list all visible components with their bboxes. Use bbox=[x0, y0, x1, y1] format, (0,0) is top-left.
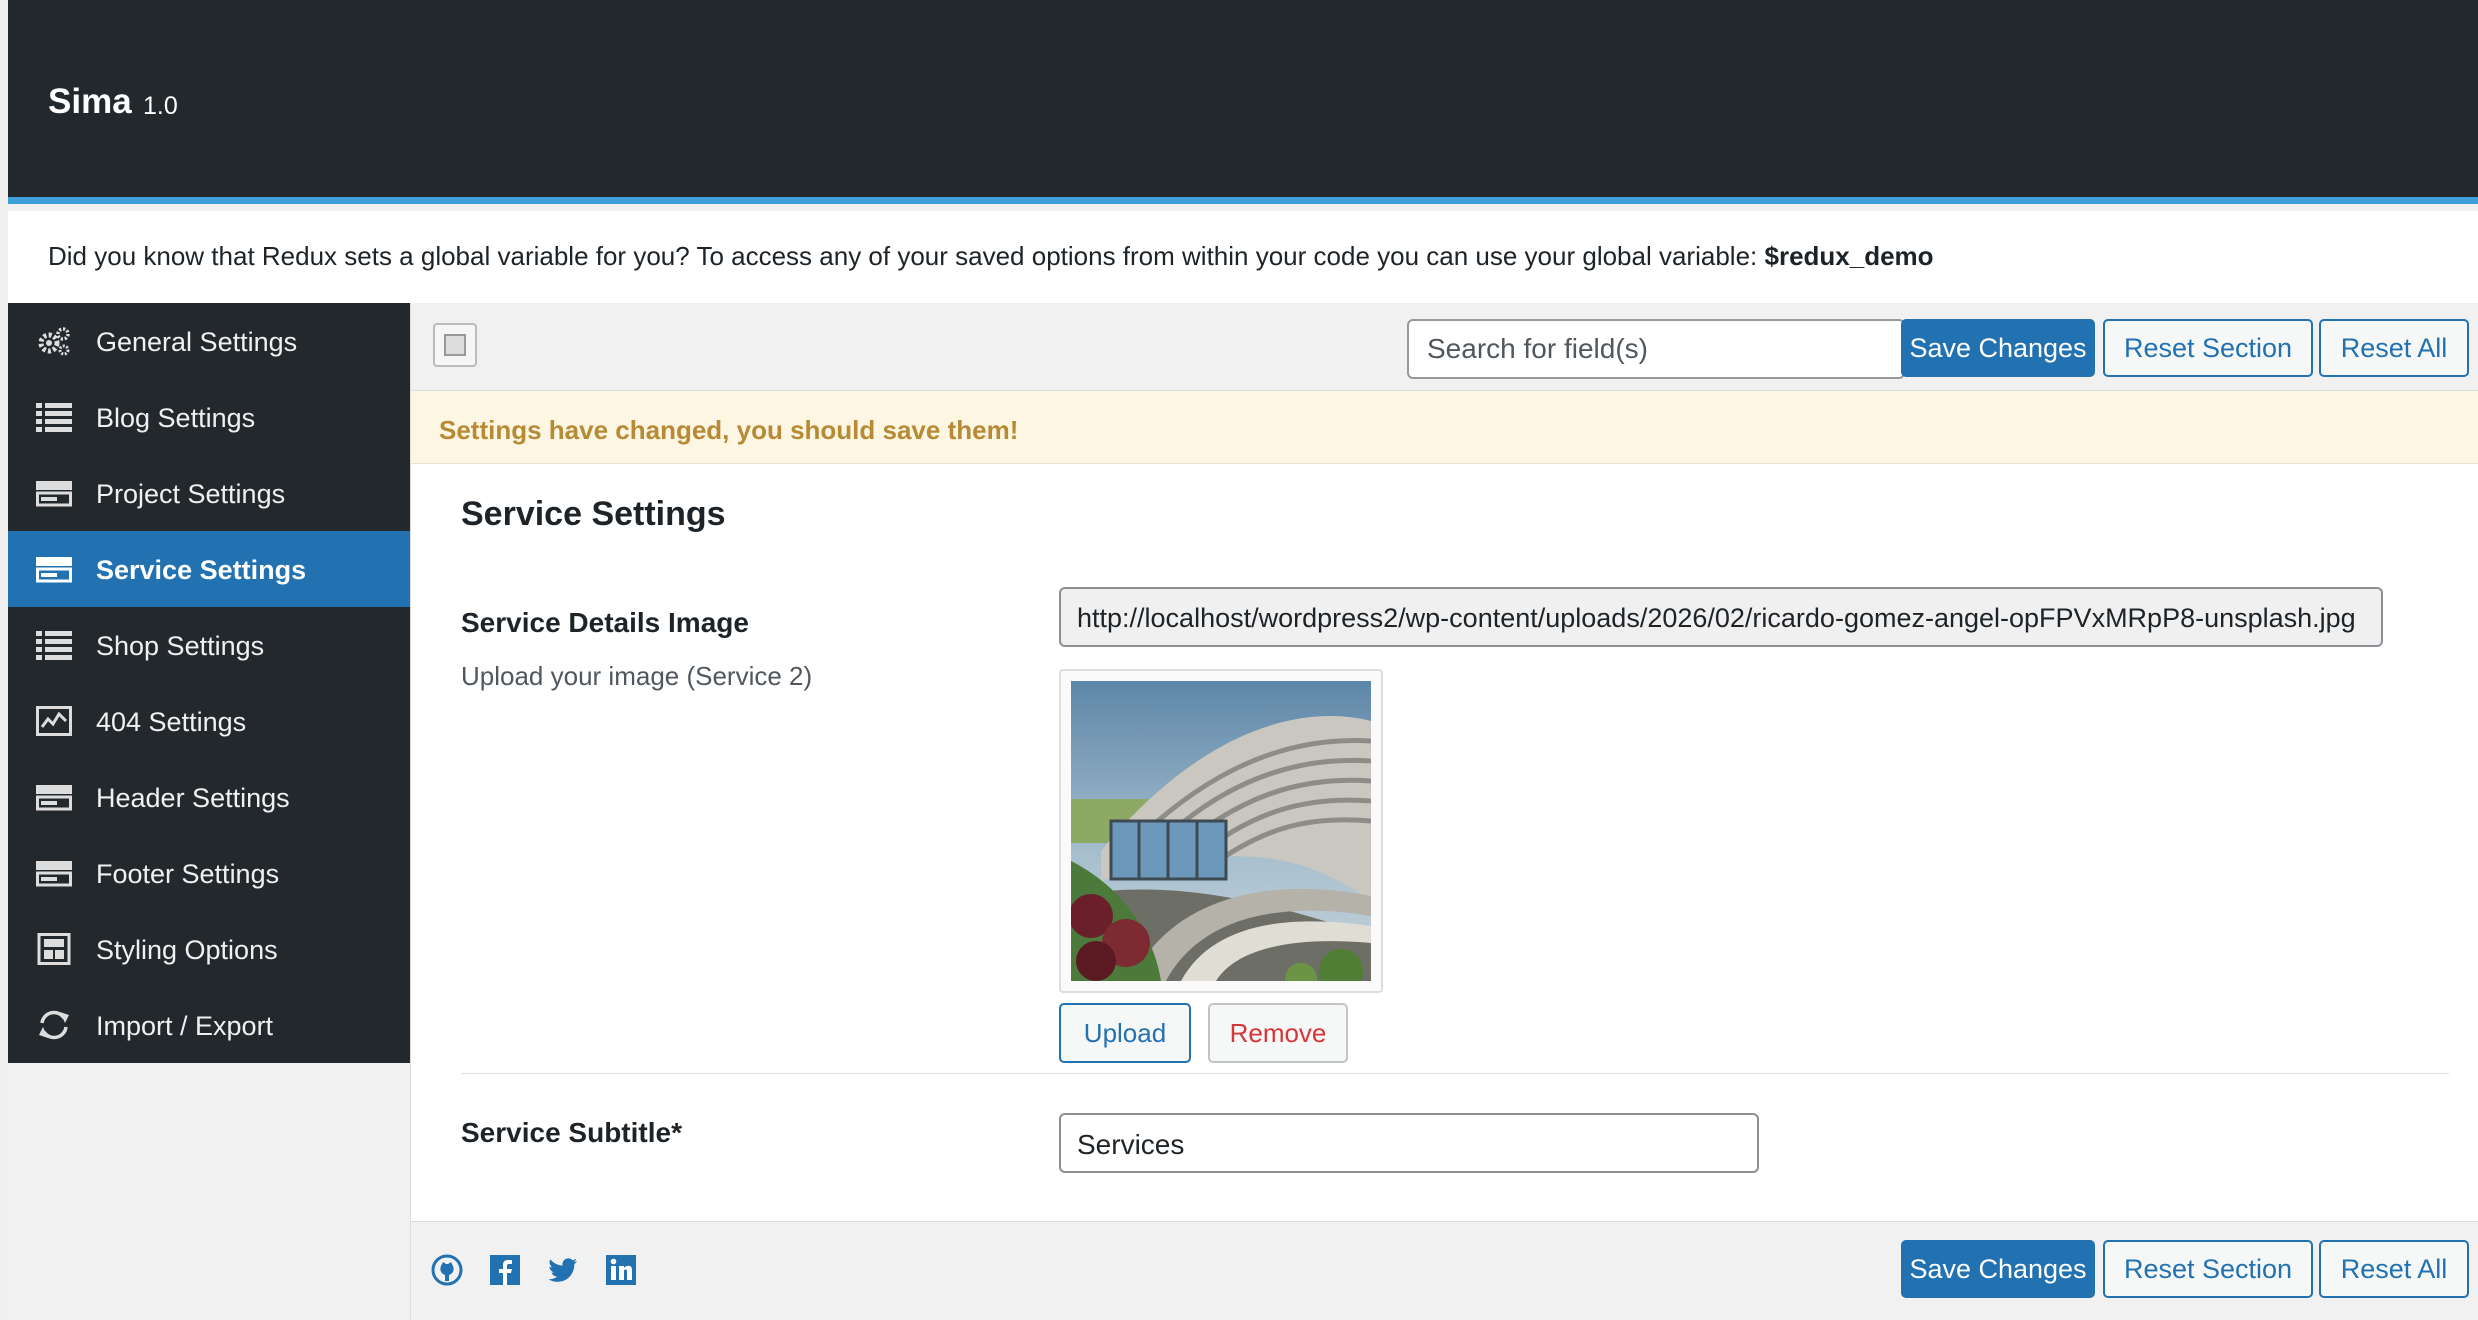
global-variable-notice: Did you know that Redux sets a global va… bbox=[8, 211, 2478, 303]
sidebar-item-404-settings[interactable]: 404 Settings bbox=[8, 683, 410, 759]
sidebar-item-general-settings[interactable]: General Settings bbox=[8, 303, 410, 379]
refresh-icon bbox=[39, 1010, 69, 1040]
search-input[interactable] bbox=[1407, 319, 1905, 379]
settings-content: Save Changes Reset Section Reset All Set… bbox=[410, 303, 2478, 1320]
footer-reset-section-button[interactable]: Reset Section bbox=[2103, 1240, 2313, 1298]
section-title: Service Settings bbox=[461, 495, 726, 533]
card-icon bbox=[36, 481, 72, 507]
panel-header: Sima 1.0 bbox=[8, 0, 2478, 204]
settings-sidebar: General Settings Blog Settings Project S… bbox=[8, 303, 410, 1063]
sidebar-item-label: Blog Settings bbox=[96, 403, 256, 433]
reset-all-button[interactable]: Reset All bbox=[2319, 319, 2469, 377]
sidebar-item-blog-settings[interactable]: Blog Settings bbox=[8, 379, 410, 455]
field-divider bbox=[461, 1073, 2449, 1074]
sidebar-item-label: Styling Options bbox=[96, 935, 278, 965]
bottom-toolbar: Save Changes Reset Section Reset All bbox=[411, 1221, 2478, 1320]
sidebar-item-label: Header Settings bbox=[96, 783, 290, 813]
layout-icon bbox=[37, 933, 71, 965]
redux-options-panel: Sima 1.0 Did you know that Redux sets a … bbox=[8, 0, 2478, 1320]
remove-button[interactable]: Remove bbox=[1208, 1003, 1348, 1063]
gears-icon bbox=[38, 327, 70, 356]
chart-icon bbox=[36, 706, 72, 736]
app-title: Sima bbox=[48, 82, 132, 121]
app-version: 1.0 bbox=[143, 92, 178, 120]
list-icon bbox=[36, 631, 72, 660]
linkedin-icon[interactable] bbox=[605, 1254, 637, 1286]
image-preview bbox=[1059, 669, 1383, 993]
twitter-icon[interactable] bbox=[547, 1254, 579, 1286]
notice-text: Did you know that Redux sets a global va… bbox=[48, 241, 1765, 271]
sidebar-item-label: Import / Export bbox=[96, 1011, 274, 1041]
sidebar-item-import-export[interactable]: Import / Export bbox=[8, 987, 410, 1063]
card-icon bbox=[36, 861, 72, 887]
image-url-field[interactable]: http://localhost/wordpress2/wp-content/u… bbox=[1059, 587, 2383, 647]
footer-reset-all-button[interactable]: Reset All bbox=[2319, 1240, 2469, 1298]
sidebar-item-label: 404 Settings bbox=[96, 707, 247, 737]
github-icon[interactable] bbox=[431, 1254, 463, 1286]
upload-button[interactable]: Upload bbox=[1059, 1003, 1191, 1063]
sidebar-item-footer-settings[interactable]: Footer Settings bbox=[8, 835, 410, 911]
save-changes-button[interactable]: Save Changes bbox=[1901, 319, 2095, 377]
expand-toggle-button[interactable] bbox=[433, 323, 477, 367]
sidebar-item-label: Service Settings bbox=[96, 555, 307, 585]
unsaved-changes-warning: Settings have changed, you should save t… bbox=[411, 391, 2478, 464]
sidebar-item-label: Footer Settings bbox=[96, 859, 280, 889]
building-photo-thumbnail bbox=[1071, 681, 1371, 981]
sidebar-item-label: Project Settings bbox=[96, 479, 286, 509]
sidebar-item-project-settings[interactable]: Project Settings bbox=[8, 455, 410, 531]
sidebar-item-label: General Settings bbox=[96, 327, 298, 357]
facebook-icon[interactable] bbox=[489, 1254, 521, 1286]
list-icon bbox=[36, 403, 72, 432]
sidebar-item-label: Shop Settings bbox=[96, 631, 265, 661]
sidebar-item-shop-settings[interactable]: Shop Settings bbox=[8, 607, 410, 683]
card-icon bbox=[36, 557, 72, 583]
sidebar-item-styling-options[interactable]: Styling Options bbox=[8, 911, 410, 987]
sidebar-item-header-settings[interactable]: Header Settings bbox=[8, 759, 410, 835]
service-details-image-label: Service Details Image bbox=[461, 607, 749, 638]
notice-variable: $redux_demo bbox=[1764, 241, 1934, 271]
service-subtitle-label: Service Subtitle* bbox=[461, 1117, 682, 1148]
service-subtitle-input[interactable]: Services bbox=[1059, 1113, 1759, 1173]
top-toolbar: Save Changes Reset Section Reset All bbox=[411, 303, 2478, 391]
expand-icon bbox=[444, 334, 466, 356]
footer-save-changes-button[interactable]: Save Changes bbox=[1901, 1240, 2095, 1298]
reset-section-button[interactable]: Reset Section bbox=[2103, 319, 2313, 377]
sidebar-item-service-settings[interactable]: Service Settings bbox=[8, 531, 410, 607]
service-details-image-description: Upload your image (Service 2) bbox=[461, 661, 813, 691]
card-icon bbox=[36, 785, 72, 811]
